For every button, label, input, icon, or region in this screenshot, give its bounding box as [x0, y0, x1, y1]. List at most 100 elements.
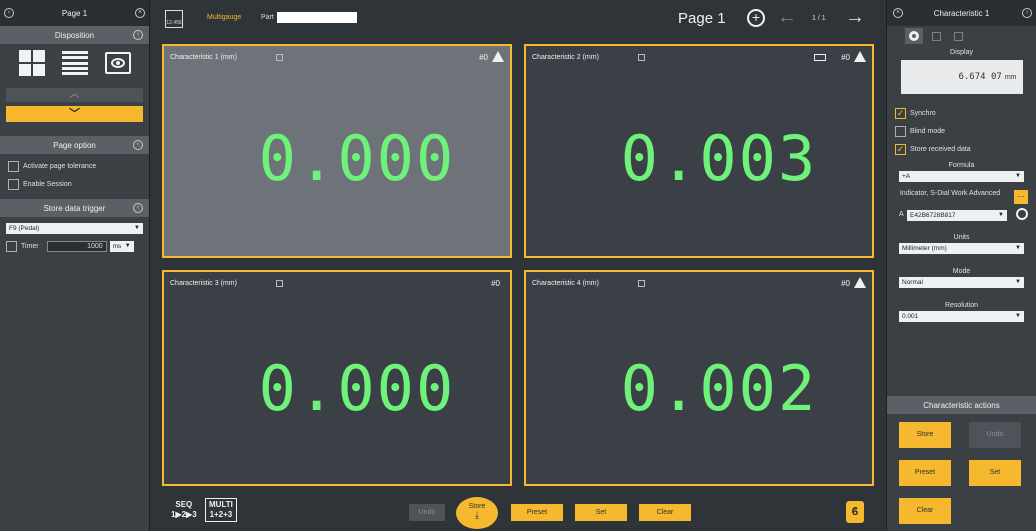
- synchro-row[interactable]: ✓ Synchro: [887, 104, 1036, 122]
- battery-icon: [814, 54, 826, 61]
- device-select[interactable]: E42B6728B817: [907, 210, 1007, 221]
- top-bar: 12.456 Multigauge Part Page 1 + ← 1 / 1 …: [151, 0, 886, 36]
- left-panel-header: ‹ Page 1 ×: [0, 0, 149, 26]
- display-label: Display: [950, 49, 973, 56]
- page-title: Page 1: [678, 10, 726, 27]
- app-logo: 12.456: [165, 10, 183, 28]
- set-action-button[interactable]: Set: [969, 460, 1021, 486]
- collapse-icon[interactable]: ‹: [133, 140, 143, 150]
- measure-count: #0: [841, 279, 850, 288]
- right-panel-header: × Characteristic 1 ›: [887, 0, 1036, 26]
- disposition-options: [0, 44, 149, 82]
- card-title: Characteristic 1 (mm): [170, 54, 237, 61]
- page-counter: 1 / 1: [812, 15, 826, 22]
- measure-count: #0: [479, 53, 488, 62]
- clear-button[interactable]: Clear: [639, 504, 691, 521]
- timer-unit-select[interactable]: ms: [109, 240, 134, 252]
- timer-checkbox[interactable]: [6, 240, 17, 252]
- bluetooth-icon[interactable]: ϐ: [846, 501, 864, 523]
- actions-label: Characteristic actions: [923, 400, 1000, 410]
- list-layout-icon[interactable]: [61, 51, 88, 75]
- tab-info[interactable]: [949, 28, 967, 44]
- synchro-checkbox[interactable]: ✓: [895, 107, 906, 119]
- prev-page-icon[interactable]: ←: [777, 6, 797, 29]
- close-icon[interactable]: ×: [135, 8, 145, 18]
- blind-mode-checkbox[interactable]: [895, 125, 906, 137]
- collapse-right-icon[interactable]: ›: [1022, 8, 1032, 18]
- app-name: Multigauge: [207, 14, 242, 21]
- store-received-row[interactable]: ✓ Store received data: [887, 140, 1036, 158]
- multi-mode-button[interactable]: MULTI 1+2+3: [205, 498, 237, 522]
- bottom-bar: SEQ 1▶2▶3 MULTI 1+2+3 Undo Store ⤓ Prese…: [151, 490, 886, 531]
- seq-label: SEQ: [175, 500, 193, 509]
- characteristic-card-2[interactable]: Characteristic 2 (mm) #0 0.003: [524, 44, 874, 258]
- lock-icon: [276, 54, 283, 61]
- characteristic-card-1[interactable]: Characteristic 1 (mm) #0 0.000: [162, 44, 512, 258]
- characteristic-card-3[interactable]: Characteristic 3 (mm) #0 0.000: [162, 270, 512, 486]
- tab-tolerance[interactable]: [927, 28, 945, 44]
- lock-icon: [638, 280, 645, 287]
- lock-icon: [276, 280, 283, 287]
- formula-select[interactable]: +A: [899, 171, 1024, 182]
- card-title: Characteristic 4 (mm): [532, 280, 599, 287]
- tab-settings[interactable]: [905, 28, 923, 44]
- target-icon[interactable]: [1016, 208, 1028, 220]
- store-action-button[interactable]: Store: [899, 422, 951, 448]
- undo-button[interactable]: Undo: [409, 504, 445, 521]
- right-panel: × Characteristic 1 › Display 6.674 07 mm…: [886, 0, 1036, 531]
- timer-input[interactable]: 1000: [46, 240, 107, 252]
- resolution-label: Resolution: [944, 302, 979, 309]
- measure-value: 0.002: [620, 352, 818, 425]
- scroll-down-button[interactable]: ﹀: [6, 106, 143, 122]
- more-button[interactable]: ...: [1014, 190, 1028, 204]
- preset-action-button[interactable]: Preset: [899, 460, 951, 486]
- mode-select[interactable]: Normal: [899, 277, 1024, 288]
- add-page-icon[interactable]: +: [747, 9, 765, 27]
- scroll-up-button[interactable]: ︿: [6, 88, 143, 102]
- tolerance-icon: [931, 31, 941, 41]
- enable-session-row[interactable]: Enable Session: [0, 175, 149, 193]
- trigger-select[interactable]: F9 (Pedal): [6, 223, 143, 234]
- set-button[interactable]: Set: [575, 504, 627, 521]
- collapse-left-icon[interactable]: ‹: [4, 8, 14, 18]
- collapse-icon[interactable]: ‹: [133, 203, 143, 213]
- next-page-icon[interactable]: →: [845, 6, 865, 29]
- page-option-label: Page option: [53, 140, 96, 150]
- store-received-label: Store received data: [910, 145, 971, 153]
- close-icon[interactable]: ×: [893, 8, 903, 18]
- store-trigger-label: Store data trigger: [43, 203, 106, 213]
- store-trigger-header[interactable]: Store data trigger ‹: [0, 199, 149, 217]
- collapse-icon[interactable]: ‹: [133, 30, 143, 40]
- store-received-checkbox[interactable]: ✓: [895, 143, 906, 155]
- characteristic-card-4[interactable]: Characteristic 4 (mm) #0 0.002: [524, 270, 874, 486]
- display-preview: 6.674 07 mm: [900, 60, 1023, 94]
- actions-header: Characteristic actions: [887, 396, 1036, 414]
- disposition-header[interactable]: Disposition ‹: [0, 26, 149, 44]
- undo-action-button[interactable]: Undo: [969, 422, 1021, 448]
- activate-tolerance-checkbox[interactable]: [8, 160, 19, 172]
- right-tabs: [887, 26, 1036, 46]
- store-button[interactable]: Store ⤓: [456, 497, 498, 529]
- grid-layout-icon[interactable]: [18, 50, 45, 76]
- warning-icon: [854, 51, 866, 62]
- units-select[interactable]: Millimeter (mm): [899, 243, 1024, 254]
- activate-tolerance-row[interactable]: Activate page tolerance: [0, 157, 149, 175]
- page-option-header[interactable]: Page option ‹: [0, 136, 149, 154]
- left-panel-title: Page 1: [61, 8, 88, 18]
- card-title: Characteristic 3 (mm): [170, 280, 237, 287]
- card-title: Characteristic 2 (mm): [532, 54, 599, 61]
- enable-session-checkbox[interactable]: [8, 178, 19, 190]
- measure-value: 0.000: [258, 352, 456, 425]
- clear-action-button[interactable]: Clear: [899, 498, 951, 524]
- eye-icon[interactable]: [104, 52, 131, 74]
- resolution-select[interactable]: 0.001: [899, 311, 1024, 322]
- preset-button[interactable]: Preset: [511, 504, 563, 521]
- part-input[interactable]: [277, 12, 357, 23]
- measure-count: #0: [841, 53, 850, 62]
- info-icon: [953, 31, 963, 41]
- seq-mode-button[interactable]: SEQ 1▶2▶3: [171, 500, 197, 520]
- units-label: Units: [953, 234, 970, 241]
- display-unit: mm: [1004, 73, 1017, 81]
- blind-mode-row[interactable]: Blind mode: [887, 122, 1036, 140]
- device-prefix: A: [899, 211, 904, 218]
